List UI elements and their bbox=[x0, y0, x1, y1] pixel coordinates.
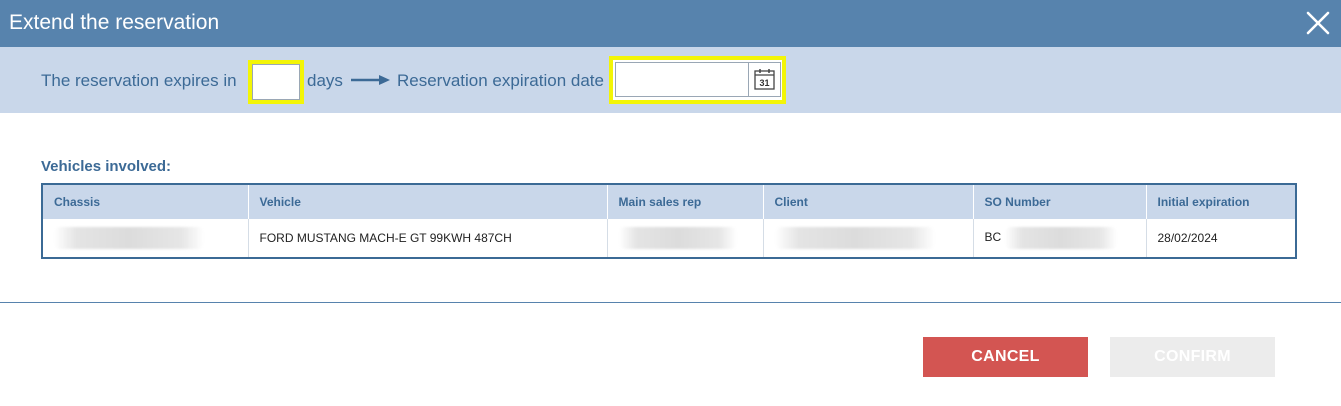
calendar-button[interactable]: 31 bbox=[748, 62, 781, 97]
cell-vehicle: FORD MUSTANG MACH-E GT 99KWH 487CH bbox=[248, 219, 608, 257]
confirm-button[interactable]: CONFIRM bbox=[1110, 337, 1275, 377]
cell-initial-expiration: 28/02/2024 bbox=[1157, 231, 1218, 245]
column-header-vehicle[interactable]: Vehicle bbox=[248, 185, 608, 219]
column-header-main-sales-rep[interactable]: Main sales rep bbox=[607, 185, 764, 219]
cell-chassis bbox=[43, 219, 249, 257]
close-button[interactable] bbox=[1305, 10, 1331, 36]
redacted-client bbox=[774, 227, 935, 249]
expiration-date-label: Reservation expiration date bbox=[397, 71, 604, 90]
cell-main-sales-rep bbox=[607, 219, 764, 257]
days-suffix-label: days bbox=[307, 71, 343, 90]
expires-prefix-label: The reservation expires in bbox=[41, 71, 237, 90]
calendar-icon-day: 31 bbox=[759, 78, 769, 88]
days-input[interactable] bbox=[252, 64, 300, 100]
column-header-chassis[interactable]: Chassis bbox=[43, 185, 249, 219]
vehicles-section-label: Vehicles involved: bbox=[41, 158, 172, 175]
dialog-title: Extend the reservation bbox=[9, 11, 220, 34]
table-row[interactable]: FORD MUSTANG MACH-E GT 99KWH 487CH BC 28… bbox=[43, 219, 1295, 257]
column-header-initial-expiration[interactable]: Initial expiration bbox=[1146, 185, 1295, 219]
cell-so-number: BC bbox=[973, 219, 1147, 257]
column-header-so-number[interactable]: SO Number bbox=[973, 185, 1147, 219]
vehicles-table: Chassis Vehicle Main sales rep Client SO… bbox=[41, 183, 1297, 259]
table-header-row: Chassis Vehicle Main sales rep Client SO… bbox=[43, 185, 1295, 219]
extension-bar: The reservation expires in days Reservat… bbox=[0, 47, 1341, 113]
so-number-prefix: BC bbox=[984, 230, 1002, 245]
expiration-date-input[interactable] bbox=[615, 62, 749, 97]
redacted-sales-rep bbox=[618, 227, 737, 249]
extend-reservation-dialog: Extend the reservation The reservation e… bbox=[0, 0, 1341, 406]
expiration-date-highlight: 31 bbox=[609, 56, 786, 104]
arrow-right-icon bbox=[351, 75, 390, 85]
dialog-titlebar: Extend the reservation bbox=[0, 0, 1341, 47]
close-icon bbox=[1306, 11, 1330, 35]
column-header-client[interactable]: Client bbox=[763, 185, 974, 219]
cell-client bbox=[763, 219, 974, 257]
cancel-button[interactable]: CANCEL bbox=[923, 337, 1088, 377]
redacted-so-number bbox=[1004, 227, 1117, 249]
footer-divider bbox=[0, 302, 1341, 303]
days-input-highlight bbox=[248, 60, 304, 104]
calendar-icon: 31 bbox=[754, 69, 775, 90]
redacted-chassis bbox=[54, 227, 204, 249]
